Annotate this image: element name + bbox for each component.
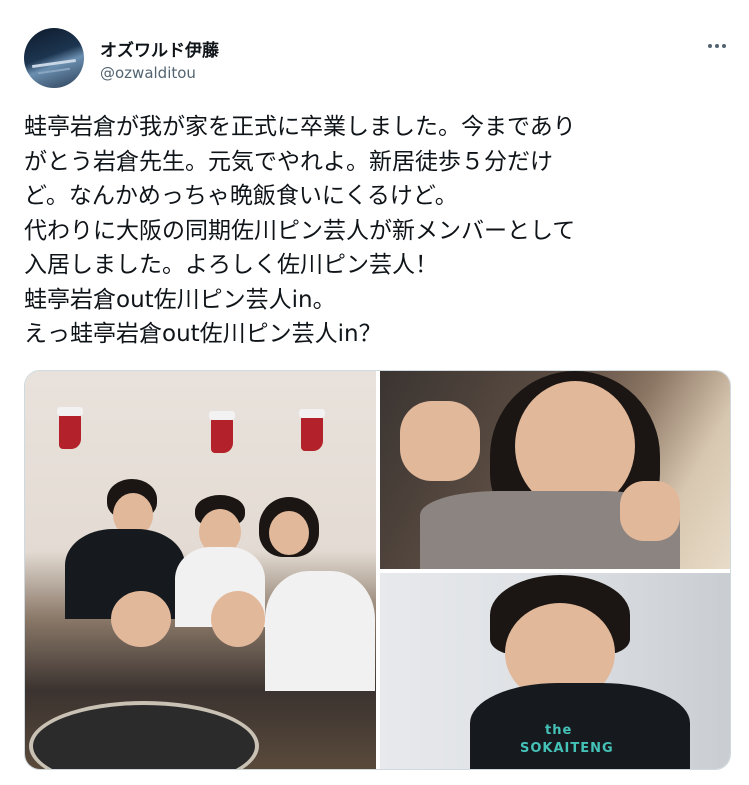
- tweet-text: 蛙亭岩倉が我が家を正式に卒業しました。今まであり がとう岩倉先生。元気でやれよ。…: [24, 110, 724, 352]
- stocking-decoration: [299, 409, 325, 451]
- tweet-text-line: ど。なんかめっちゃ晩飯食いにくるけど。: [24, 183, 458, 209]
- display-name[interactable]: オズワルド伊藤: [100, 36, 219, 61]
- tweet-text-line: えっ蛙亭岩倉out佐川ピン芸人in？: [24, 321, 382, 347]
- tweet-text-line: 入居しました。よろしく佐川ピン芸人！: [24, 252, 438, 278]
- user-handle[interactable]: @ozwalditou: [100, 64, 196, 82]
- tweet-text-line: 蛙亭岩倉out佐川ピン芸人in。: [24, 286, 336, 313]
- group-dinner-photo[interactable]: [25, 371, 376, 769]
- more-options-icon[interactable]: [704, 36, 730, 56]
- avatar[interactable]: [24, 28, 84, 88]
- stocking-decoration: [57, 407, 83, 449]
- woman-peace-sign-photo[interactable]: [380, 371, 730, 569]
- tweet-header: オズワルド伊藤 @ozwalditou: [24, 28, 734, 92]
- shirt-text: the: [545, 723, 573, 738]
- tweet-text-line: 代わりに大阪の同期佐川ピン芸人が新メンバーとして: [24, 217, 576, 244]
- media-grid: the SOKAITENG: [24, 370, 731, 770]
- man-bowl-cut-photo[interactable]: the SOKAITENG: [380, 573, 730, 769]
- tweet-text-line: がとう岩倉先生。元気でやれよ。新居徒歩５分だけ: [24, 148, 553, 175]
- shirt-text: SOKAITENG: [520, 741, 614, 756]
- stocking-decoration: [209, 411, 235, 453]
- tweet-card: オズワルド伊藤 @ozwalditou 蛙亭岩倉が我が家を正式に卒業しました。今…: [0, 0, 749, 785]
- tweet-text-line: 蛙亭岩倉が我が家を正式に卒業しました。今まであり: [24, 114, 576, 140]
